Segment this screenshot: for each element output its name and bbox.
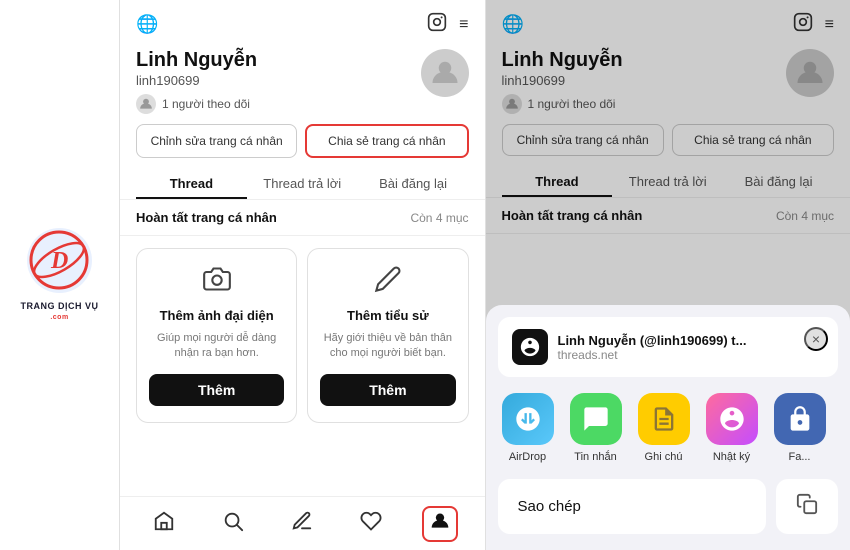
tab-reply[interactable]: Thread trả lời	[247, 168, 358, 199]
share-app-airdrop[interactable]: AirDrop	[498, 393, 558, 463]
more-apps-icon	[774, 393, 826, 445]
left-complete-count: Còn 4 mục	[410, 211, 468, 225]
copy-link-button[interactable]: Sao chép	[498, 479, 767, 534]
share-app-diary[interactable]: Nhật ký	[702, 393, 762, 463]
globe-icon[interactable]: 🌐	[136, 14, 158, 35]
left-complete-banner: Hoàn tất trang cá nhân Còn 4 mục	[120, 200, 485, 236]
card-bio-desc: Hãy giới thiệu về bản thân cho mọi người…	[320, 331, 455, 362]
nav-search[interactable]	[213, 504, 253, 544]
notes-icon	[638, 393, 690, 445]
add-avatar-button[interactable]: Thêm	[149, 374, 284, 406]
left-follower-row: 1 người theo dõi	[136, 94, 257, 114]
svg-text:D: D	[50, 248, 68, 274]
left-cards-row: Thêm ảnh đại diện Giúp mọi người dễ dàng…	[120, 236, 485, 435]
card-avatar: Thêm ảnh đại diện Giúp mọi người dễ dàng…	[136, 248, 297, 423]
share-app-message[interactable]: Tin nhắn	[566, 393, 626, 463]
share-app-more[interactable]: Fa...	[770, 393, 830, 463]
diary-icon	[706, 393, 758, 445]
add-bio-button[interactable]: Thêm	[320, 374, 455, 406]
copy-icon-button[interactable]	[776, 479, 838, 534]
home-icon	[153, 510, 175, 538]
nav-home[interactable]	[144, 504, 184, 544]
notes-label: Ghi chú	[645, 451, 683, 463]
tab-repost[interactable]: Bài đăng lại	[358, 168, 469, 199]
share-preview-url: threads.net	[558, 348, 747, 362]
nav-heart[interactable]	[351, 504, 391, 544]
share-actions: Sao chép	[486, 471, 850, 550]
left-profile-username: linh190699	[136, 73, 257, 88]
logo-circle: D	[27, 228, 92, 293]
copy-icon	[796, 493, 818, 520]
camera-icon	[203, 265, 231, 300]
nav-profile[interactable]	[420, 504, 460, 544]
share-sheet: Linh Nguyễn (@linh190699) t... threads.n…	[486, 305, 850, 550]
screens-container: 🌐 ≡ Linh Nguyễn linh190699	[120, 0, 850, 550]
search-icon	[222, 510, 244, 538]
left-top-icons: 🌐 ≡	[120, 0, 485, 45]
left-profile-avatar	[421, 49, 469, 97]
logo-label: TRANG DỊCH VỤ .com	[21, 301, 99, 322]
airdrop-icon	[502, 393, 554, 445]
diary-label: Nhật ký	[713, 451, 750, 463]
message-icon	[570, 393, 622, 445]
left-tabs: Thread Thread trả lời Bài đăng lại	[120, 168, 485, 200]
logo-area: D TRANG DỊCH VỤ .com	[0, 0, 120, 550]
copy-label: Sao chép	[518, 498, 581, 515]
left-action-buttons: Chỉnh sửa trang cá nhân Chia sẻ trang cá…	[120, 124, 485, 168]
card-bio-title: Thêm tiểu sử	[347, 308, 429, 323]
threads-app-icon	[512, 329, 548, 365]
airdrop-label: AirDrop	[509, 451, 546, 463]
share-close-button[interactable]: ×	[804, 327, 828, 351]
pencil-icon	[374, 265, 402, 300]
more-apps-label: Fa...	[788, 451, 810, 463]
card-bio: Thêm tiểu sử Hãy giới thiệu về bản thân …	[307, 248, 468, 423]
tab-thread[interactable]: Thread	[136, 168, 247, 199]
edit-profile-button[interactable]: Chỉnh sửa trang cá nhân	[136, 124, 297, 158]
share-profile-button[interactable]: Chia sẻ trang cá nhân	[305, 124, 468, 158]
card-avatar-title: Thêm ảnh đại diện	[160, 308, 274, 323]
left-profile-name: Linh Nguyễn	[136, 49, 257, 72]
heart-icon	[360, 510, 382, 538]
left-follower-count: 1 người theo dõi	[162, 97, 250, 111]
left-screen: 🌐 ≡ Linh Nguyễn linh190699	[120, 0, 485, 550]
instagram-icon[interactable]	[427, 12, 447, 37]
share-preview-title: Linh Nguyễn (@linh190699) t...	[558, 333, 747, 348]
compose-icon	[291, 510, 313, 538]
profile-icon	[430, 511, 450, 537]
right-screen: 🌐 ≡ Linh Nguyễn linh190699	[485, 0, 850, 550]
left-complete-text: Hoàn tất trang cá nhân	[136, 210, 277, 225]
nav-compose[interactable]	[282, 504, 322, 544]
left-profile-section: Linh Nguyễn linh190699 1 người theo dõi	[120, 45, 485, 124]
card-avatar-desc: Giúp mọi người dễ dàng nhận ra bạn hơn.	[149, 331, 284, 362]
follower-avatar-icon	[136, 94, 156, 114]
profile-nav-box	[422, 506, 458, 542]
left-bottom-nav	[120, 496, 485, 550]
share-app-notes[interactable]: Ghi chú	[634, 393, 694, 463]
share-preview: Linh Nguyễn (@linh190699) t... threads.n…	[498, 317, 839, 377]
menu-icon[interactable]: ≡	[459, 16, 468, 34]
share-apps-row: AirDrop Tin nhắn Ghi chú	[486, 377, 850, 471]
message-label: Tin nhắn	[574, 451, 616, 463]
